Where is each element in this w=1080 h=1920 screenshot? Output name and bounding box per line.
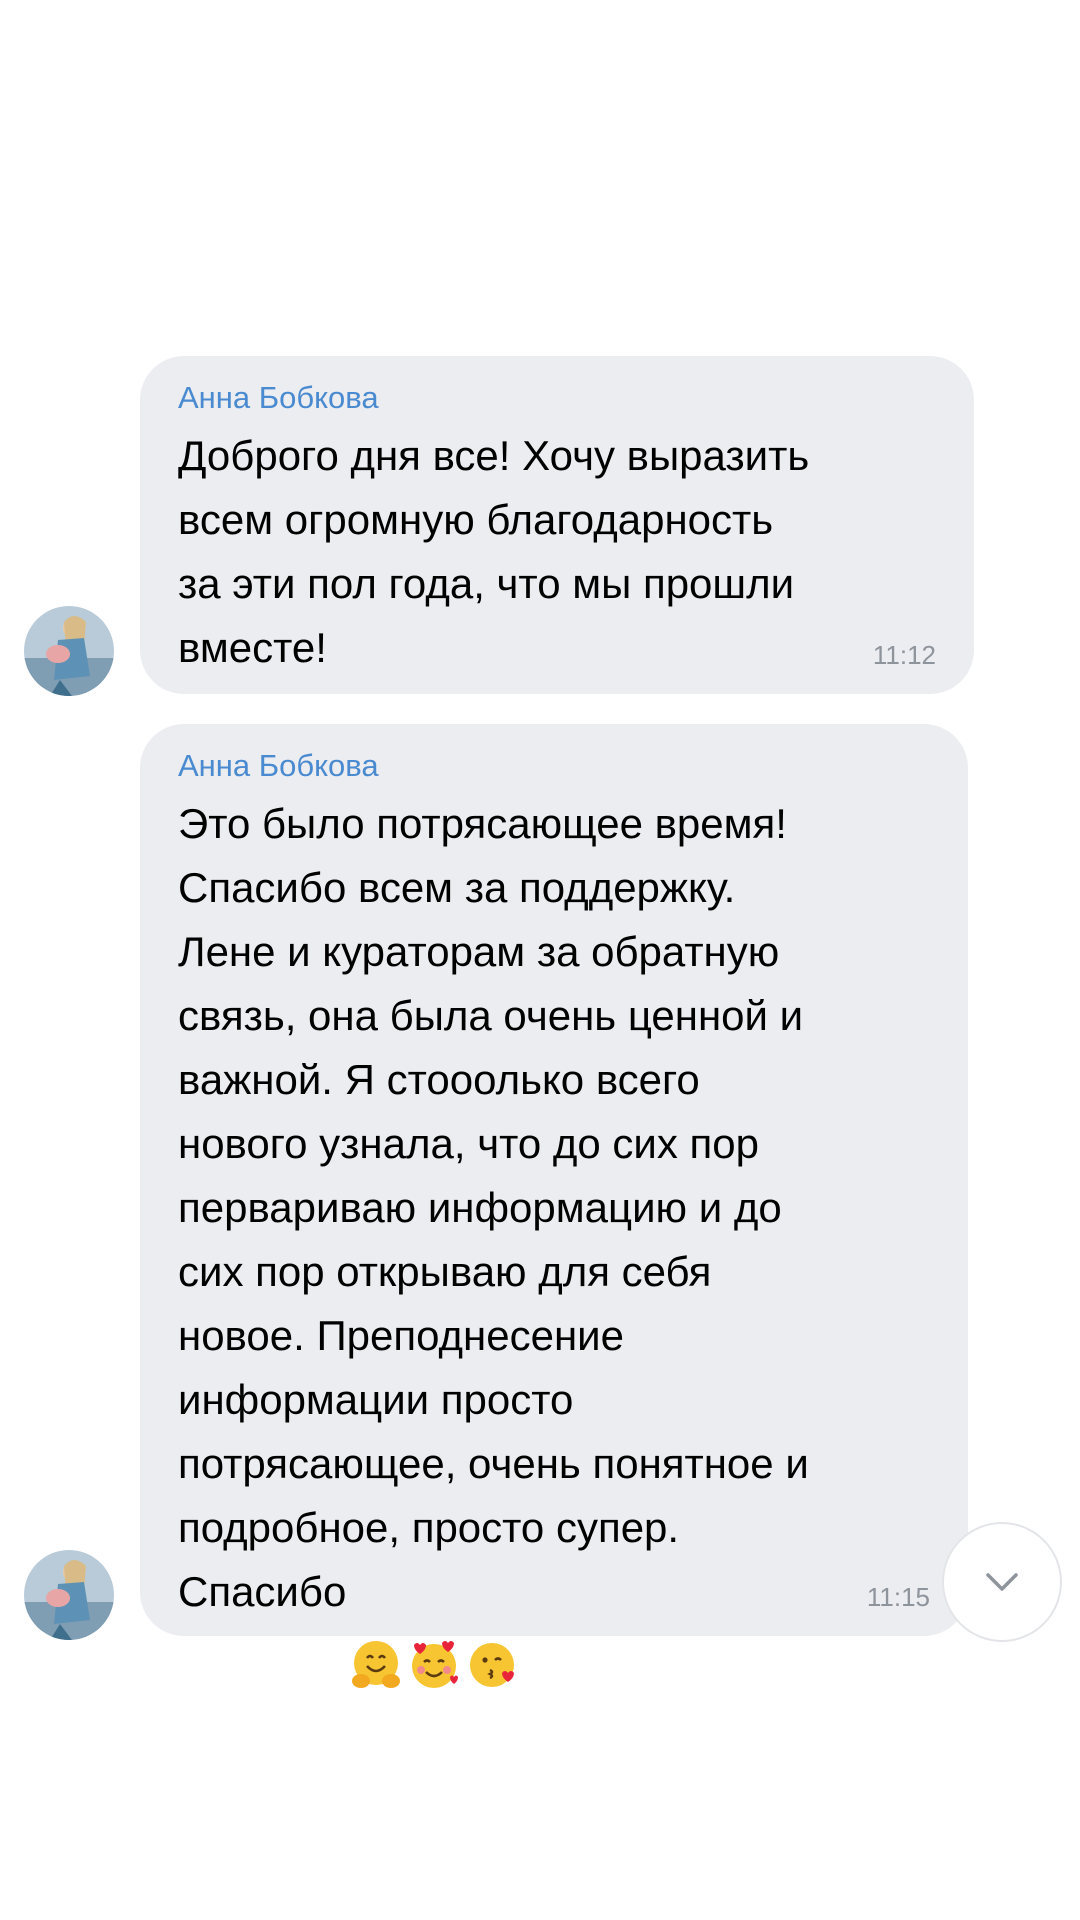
chevron-down-icon [976, 1556, 1028, 1608]
sender-name[interactable]: Анна Бобкова [178, 378, 379, 418]
message-text: Это было потрясающее время! Спасибо всем… [178, 792, 958, 1688]
message-bubble-2[interactable]: Анна Бобкова Это было потрясающее время!… [140, 724, 968, 1688]
message-time: 11:15 [866, 1582, 930, 1612]
message-bubble-1[interactable]: Анна Бобкова Доброго дня все! Хочу выраз… [140, 356, 974, 694]
sender-avatar[interactable] [24, 1550, 114, 1640]
sender-avatar[interactable] [24, 606, 114, 696]
message-time: 11:12 [872, 640, 936, 670]
emoji-group [348, 1566, 522, 1688]
smiling-face-with-hearts-emoji [406, 1573, 462, 1688]
message-text-content: Это было потрясающее время! Спасибо всем… [178, 800, 809, 1615]
sender-name[interactable]: Анна Бобкова [178, 746, 379, 786]
face-blowing-kiss-emoji [464, 1573, 520, 1687]
message-text: Доброго дня все! Хочу выразить всем огро… [178, 432, 810, 671]
hugging-face-emoji [348, 1573, 404, 1688]
scroll-to-bottom-button[interactable] [942, 1522, 1062, 1642]
